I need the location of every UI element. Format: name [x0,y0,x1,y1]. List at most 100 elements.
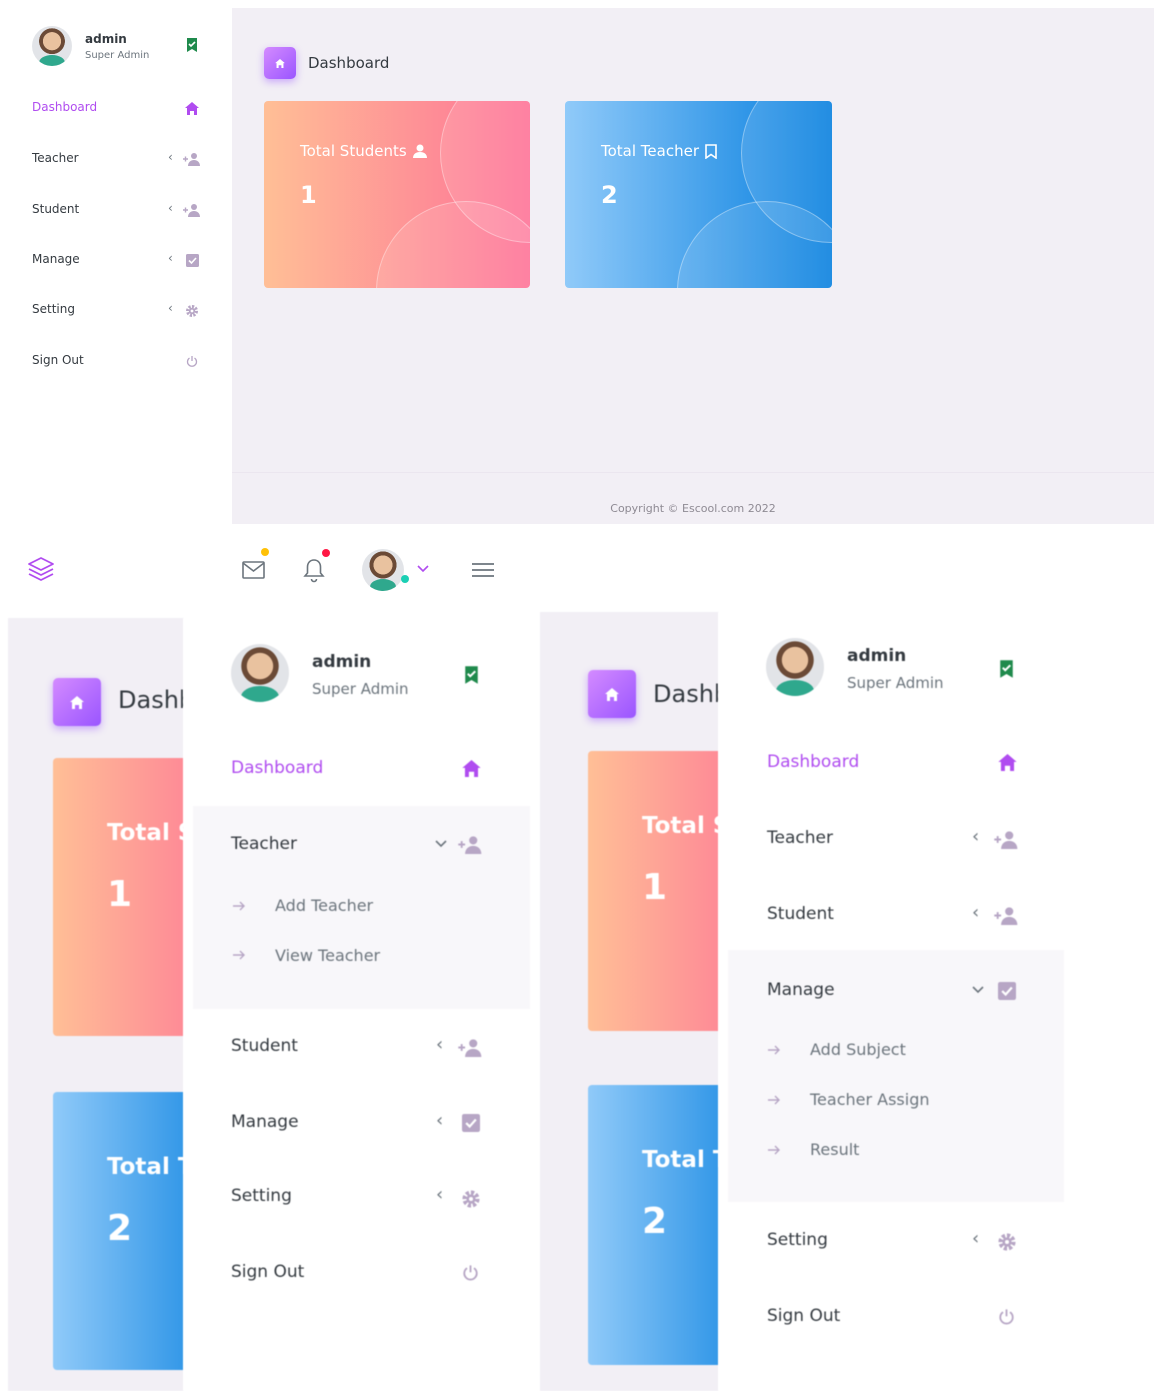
card-title-text: Total Students [300,142,407,160]
sidebar-item-student[interactable]: Student [32,202,79,216]
mail-icon[interactable] [242,560,266,580]
layers-icon[interactable] [26,555,56,585]
bell-badge [322,549,330,557]
arrow-right-icon [768,1095,780,1105]
verified-icon [465,666,478,684]
card-value: 1 [300,181,317,209]
sidebar-item-dashboard[interactable]: Dashboard [767,752,859,772]
avatar[interactable] [32,26,72,66]
arrow-right-icon [233,901,245,911]
chevron-left-icon: ‹ [436,1110,444,1131]
chevron-left-icon: ‹ [436,1034,444,1055]
stat-card-students[interactable]: Total S 1 [588,751,719,1031]
chevron-down-icon[interactable] [417,565,429,573]
sidebar-item-student[interactable]: Student [767,904,834,924]
sidebar-item-student[interactable]: Student [231,1036,298,1056]
chevron-down-icon [972,986,984,994]
gear-icon [462,1190,480,1208]
user-plus-icon [183,204,200,217]
chevron-left-icon: ‹ [972,902,980,923]
sidebar-item-signout[interactable]: Sign Out [32,353,84,367]
chevron-left-icon: ‹ [168,251,173,265]
page-title: Dashb [118,686,184,714]
card-value: 1 [107,874,133,915]
profile-role: Super Admin [85,49,150,61]
stat-card-teachers[interactable]: Total Teacher 2 [565,101,832,288]
sidebar-item-manage[interactable]: Manage [231,1112,299,1132]
submenu-item-add-teacher[interactable]: Add Teacher [275,896,373,915]
sidebar-item-setting[interactable]: Setting [767,1230,828,1250]
home-icon [588,670,636,718]
card-value: 2 [642,1201,668,1242]
sidebar-item-teacher[interactable]: Teacher [32,151,79,165]
sidebar-item-teacher[interactable]: Teacher [231,834,297,854]
stat-card-students[interactable]: Total Students 1 [264,101,530,288]
footer: Copyright © Escool.com 2022 [232,472,1154,524]
page-title: Dashb [653,680,719,708]
bookmark-icon [705,143,717,159]
avatar[interactable] [766,638,824,696]
page-title: Dashboard [308,54,390,72]
arrow-right-icon [768,1045,780,1055]
bell-icon[interactable] [303,557,325,583]
mail-badge [261,548,269,556]
sidebar-item-signout[interactable]: Sign Out [767,1306,840,1326]
footer-copyright: Copyright © Escool.com 2022 [610,502,776,515]
sidebar-item-label: Teacher [32,151,79,165]
sidebar-item-manage[interactable]: Manage [32,252,80,266]
sidebar-item-manage[interactable]: Manage [767,980,835,1000]
check-square-icon [462,1114,480,1132]
stat-card-students[interactable]: Total S 1 [53,758,184,1036]
user-plus-icon [458,1039,482,1057]
user-plus-icon [994,907,1018,925]
verified-icon [1000,660,1013,678]
chevron-left-icon: ‹ [168,301,173,315]
sidebar-item-label: Setting [32,302,75,316]
user-icon [412,144,427,158]
chevron-left-icon: ‹ [972,826,980,847]
user-plus-icon [458,836,482,854]
submenu-item-teacher-assign[interactable]: Teacher Assign [810,1090,930,1109]
sidebar-item-dashboard[interactable]: Dashboard [231,758,323,778]
avatar[interactable] [231,644,289,702]
sidebar-item-label: Dashboard [32,100,98,114]
card-value: 1 [642,867,668,908]
chevron-left-icon: ‹ [168,201,173,215]
chevron-left-icon: ‹ [168,150,173,164]
sidebar-manage-expanded: admin Super Admin Dashboard Teacher ‹ St… [718,612,1074,1391]
card-title-text: Total T [107,1154,184,1180]
main-content: Dashboard Total Students 1 Total Teacher… [232,8,1154,524]
home-icon [264,47,296,79]
chevron-left-icon: ‹ [436,1184,444,1205]
chevron-down-icon [435,840,447,848]
submenu-item-view-teacher[interactable]: View Teacher [275,946,380,965]
submenu-item-add-subject[interactable]: Add Subject [810,1040,906,1059]
home-icon [462,760,481,777]
power-icon [186,356,198,367]
sidebar-item-signout[interactable]: Sign Out [231,1262,304,1282]
card-title: Total Teacher [601,142,717,160]
sidebar-item-setting[interactable]: Setting [32,302,75,316]
avatar[interactable] [362,549,404,591]
profile-block[interactable]: admin Super Admin [32,26,149,66]
card-title-text: Total Teacher [601,142,699,160]
submenu-item-result[interactable]: Result [810,1140,859,1159]
arrow-right-icon [233,950,245,960]
home-icon [185,102,199,115]
stat-card-teachers[interactable]: Total T 2 [53,1092,184,1370]
menu-icon[interactable] [472,562,494,578]
sidebar-item-setting[interactable]: Setting [231,1186,292,1206]
sidebar-item-teacher[interactable]: Teacher [767,828,833,848]
sidebar-item-label: Sign Out [32,353,84,367]
power-icon [463,1265,478,1281]
profile-name: admin [85,31,127,46]
sidebar-item-label: Manage [32,252,80,266]
profile-name: admin [847,646,907,666]
sidebar-item-dashboard[interactable]: Dashboard [32,100,97,114]
user-plus-icon [994,831,1018,849]
profile-role: Super Admin [847,674,944,692]
check-square-icon [998,982,1016,1000]
stat-card-teachers[interactable]: Total T 2 [588,1085,719,1365]
online-indicator [401,575,409,583]
background-content-left: Dashb Total S 1 Total T 2 [8,618,184,1391]
